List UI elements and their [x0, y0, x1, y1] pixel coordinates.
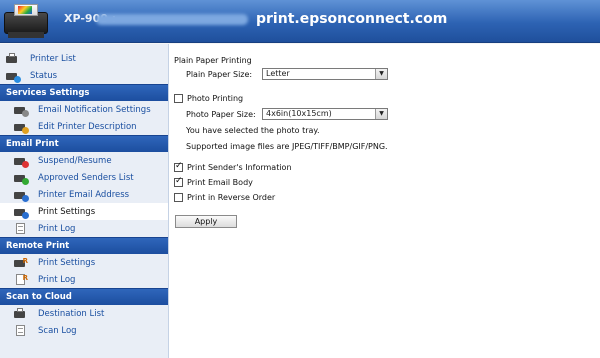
- sidebar-item-print-settings[interactable]: Print Settings: [0, 203, 168, 220]
- section-services-settings: Services Settings: [0, 84, 168, 101]
- sidebar-item-label: Approved Senders List: [38, 172, 134, 183]
- sidebar-item-label: Scan Log: [38, 325, 77, 336]
- sidebar-item-approved-senders[interactable]: Approved Senders List: [0, 169, 168, 186]
- print-log-icon: [14, 222, 28, 235]
- sidebar-item-label: Edit Printer Description: [38, 121, 137, 132]
- sender-info-row: Print Sender's Information: [174, 161, 292, 172]
- sender-info-label: Print Sender's Information: [187, 163, 292, 172]
- email-body-label: Print Email Body: [187, 178, 253, 187]
- plain-paper-size-value: Letter: [266, 69, 290, 78]
- sidebar-item-label: Destination List: [38, 308, 105, 319]
- photo-printing-checkbox[interactable]: [174, 94, 183, 103]
- photo-paper-size-label-text: Photo Paper Size:: [186, 110, 256, 119]
- email-notification-icon: [14, 104, 29, 117]
- printer-image: [4, 4, 48, 40]
- reverse-order-checkbox[interactable]: [174, 193, 183, 202]
- photo-paper-size-label: Photo Paper Size:: [186, 110, 256, 119]
- plain-paper-heading: Plain Paper Printing: [174, 56, 252, 65]
- sidebar-item-printer-list[interactable]: Printer List: [0, 50, 168, 67]
- destination-list-icon: [14, 307, 28, 320]
- apply-button[interactable]: Apply: [175, 215, 237, 228]
- sidebar-item-suspend-resume[interactable]: Suspend/Resume: [0, 152, 168, 169]
- top-banner: XP-900 : print.epsonconnect.com: [0, 0, 600, 43]
- site-domain: print.epsonconnect.com: [256, 11, 448, 27]
- sidebar-item-email-notification[interactable]: Email Notification Settings: [0, 101, 168, 118]
- sidebar-item-status[interactable]: Status: [0, 67, 168, 84]
- scan-log-icon: [14, 324, 28, 337]
- photo-printing-row: Photo Printing: [174, 94, 243, 103]
- email-body-row: Print Email Body: [174, 176, 253, 187]
- sidebar-item-label: Email Notification Settings: [38, 104, 151, 115]
- sidebar-item-edit-description[interactable]: Edit Printer Description: [0, 118, 168, 135]
- sidebar-item-email-address[interactable]: Printer Email Address: [0, 186, 168, 203]
- suspend-resume-icon: [14, 155, 29, 168]
- sidebar-item-label: Suspend/Resume: [38, 155, 112, 166]
- print-settings-icon: [14, 206, 29, 219]
- sidebar-item-label: Status: [30, 70, 58, 81]
- edit-description-icon: [14, 121, 29, 134]
- sidebar-item-destination-list[interactable]: Destination List: [0, 305, 168, 322]
- remote-print-settings-icon: R: [14, 257, 28, 269]
- sidebar-item-label: Print Settings: [38, 257, 96, 268]
- section-email-print: Email Print: [0, 135, 168, 152]
- plain-paper-heading-text: Plain Paper Printing: [174, 56, 252, 65]
- supported-formats-note: Supported image files are JPEG/TIFF/BMP/…: [186, 142, 388, 151]
- sidebar-item-label: Printer Email Address: [38, 189, 130, 200]
- reverse-order-label: Print in Reverse Order: [187, 193, 276, 202]
- printer-list-icon: [6, 52, 20, 65]
- approved-senders-icon: [14, 172, 29, 185]
- photo-paper-size-select[interactable]: 4x6in(10x15cm) ▼: [262, 108, 388, 120]
- plain-paper-size-label: Plain Paper Size:: [186, 70, 252, 79]
- print-settings-panel: Plain Paper Printing Plain Paper Size: L…: [168, 44, 600, 358]
- photo-printing-label: Photo Printing: [187, 94, 244, 103]
- printer-email-redacted: [96, 14, 248, 25]
- section-remote-print: Remote Print: [0, 237, 168, 254]
- plain-paper-size-label-text: Plain Paper Size:: [186, 70, 253, 79]
- photo-tray-note-text: You have selected the photo tray.: [186, 126, 320, 135]
- section-scan-to-cloud: Scan to Cloud: [0, 288, 168, 305]
- supported-formats-text: Supported image files are JPEG/TIFF/BMP/…: [186, 142, 388, 151]
- email-address-icon: [14, 189, 29, 202]
- sidebar-item-scan-log[interactable]: Scan Log: [0, 322, 168, 339]
- sidebar-item-print-log[interactable]: Print Log: [0, 220, 168, 237]
- plain-paper-size-select[interactable]: Letter ▼: [262, 68, 388, 80]
- email-body-checkbox[interactable]: [174, 176, 183, 187]
- reverse-order-row: Print in Reverse Order: [174, 193, 275, 202]
- chevron-down-icon: ▼: [375, 109, 387, 119]
- sender-info-checkbox[interactable]: [174, 161, 183, 172]
- chevron-down-icon: ▼: [375, 69, 387, 79]
- status-icon: [6, 70, 21, 83]
- photo-tray-note: You have selected the photo tray.: [186, 126, 320, 135]
- sidebar-item-label: Print Log: [38, 223, 76, 234]
- sidebar-item-remote-print-settings[interactable]: R Print Settings: [0, 254, 168, 271]
- sidebar-item-label: Print Log: [38, 274, 76, 285]
- sidebar-item-remote-print-log[interactable]: R Print Log: [0, 271, 168, 288]
- sidebar-item-label: Print Settings: [38, 206, 96, 217]
- sidebar-item-label: Printer List: [30, 53, 76, 64]
- photo-paper-size-value: 4x6in(10x15cm): [266, 109, 332, 118]
- sidebar: Printer List Status Services Settings Em…: [0, 44, 168, 358]
- remote-print-log-icon: R: [14, 273, 28, 286]
